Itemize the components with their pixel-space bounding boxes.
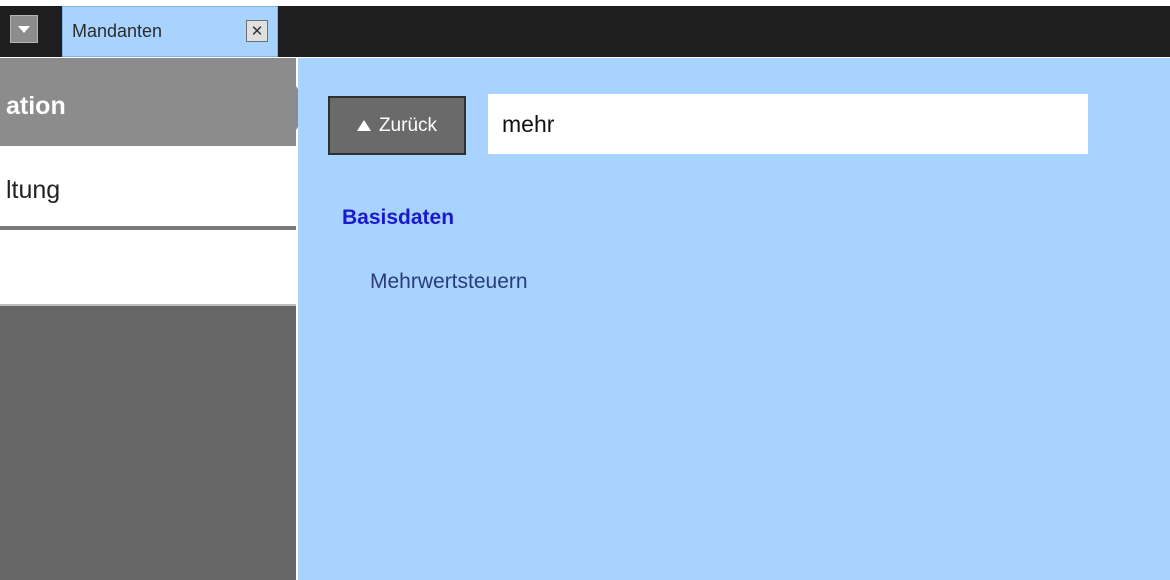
chevron-down-icon [18, 25, 30, 33]
back-button-label: Zurück [378, 114, 438, 136]
navigation-panel: ation ltung [0, 58, 298, 580]
nav-empty-area [0, 306, 296, 580]
tab-menu-button[interactable] [10, 15, 38, 43]
nav-item-label: ltung [6, 176, 61, 204]
nav-header-label: ation [6, 92, 66, 120]
tab-mandanten[interactable]: Mandanten ✕ [62, 6, 278, 57]
triangle-up-icon [356, 120, 371, 131]
results-section-title: Basisdaten [342, 206, 455, 229]
tab-strip: Mandanten ✕ [0, 6, 1170, 57]
close-icon[interactable]: ✕ [246, 20, 268, 42]
content-panel: Zurück Basisdaten Mehrwertsteuern [298, 58, 1170, 580]
back-button[interactable]: Zurück [328, 96, 466, 155]
nav-item[interactable]: ltung [0, 146, 296, 230]
tab-label: Mandanten [72, 21, 163, 41]
result-item[interactable]: Mehrwertsteuern [370, 270, 528, 294]
top-bar: Mandanten ✕ [0, 0, 1170, 58]
nav-empty-item [0, 230, 296, 306]
nav-header[interactable]: ation [0, 58, 296, 146]
search-input[interactable] [488, 94, 1088, 154]
